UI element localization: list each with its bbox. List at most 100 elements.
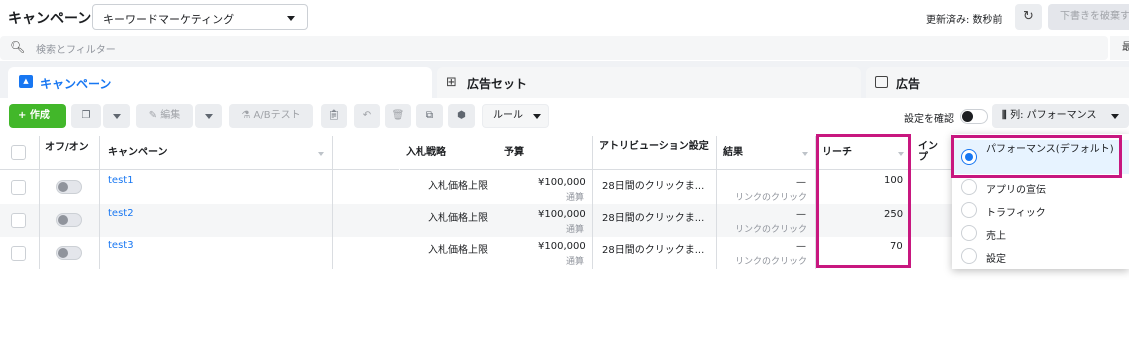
chevron-down-icon: [205, 114, 213, 119]
select-all-checkbox[interactable]: [11, 145, 26, 160]
columns-button[interactable]: ⫼ 列: パフォーマンス: [992, 104, 1129, 128]
rules-label: ルール: [493, 110, 523, 121]
tag-button[interactable]: ⬢: [448, 104, 475, 128]
edit-menu-button[interactable]: [195, 104, 222, 128]
campaign-select[interactable]: キーワードマーケティング: [92, 4, 308, 30]
toggle-knob: [58, 248, 68, 258]
attribution-cell: 28日間のクリックま...: [602, 245, 705, 256]
row-onoff-toggle[interactable]: [56, 246, 82, 260]
toggle-knob: [962, 111, 973, 122]
clipboard-button[interactable]: 📋︎: [321, 104, 347, 128]
edit-label: 編集: [160, 110, 181, 121]
header-campaign-label: キャンペーン: [108, 147, 168, 158]
results-type-cell: リンクのクリック: [735, 257, 808, 267]
create-button[interactable]: + 作成: [9, 104, 66, 128]
budget-type-cell: 通算: [566, 193, 585, 203]
toggle-knob: [58, 215, 68, 225]
delete-button[interactable]: 🗑︎: [385, 104, 411, 128]
search-side-button[interactable]: 最: [1110, 36, 1129, 60]
row-checkbox[interactable]: [11, 213, 26, 228]
column-divider: [99, 136, 100, 269]
chevron-down-icon: [1111, 114, 1119, 119]
row-onoff-toggle[interactable]: [56, 213, 82, 227]
pencil-icon: ✎: [148, 110, 161, 121]
header-select-all: [0, 136, 39, 170]
header-onoff[interactable]: オフ/オン: [39, 136, 99, 170]
ad-icon: [875, 76, 888, 88]
budget-type-cell: 通算: [566, 225, 585, 235]
campaign-name-link[interactable]: test3: [108, 240, 134, 251]
bid-strategy-cell: 入札価格上限: [428, 245, 488, 256]
toggle-knob: [58, 182, 68, 192]
rules-button[interactable]: ルール: [482, 104, 549, 128]
campaign-name-link[interactable]: test1: [108, 175, 134, 186]
radio-icon: [961, 225, 977, 241]
budget-cell: ¥100,000: [538, 209, 586, 220]
column-divider: [716, 136, 717, 269]
preview-button[interactable]: ⧉: [416, 104, 443, 128]
tag-icon: ⬢: [457, 110, 466, 121]
preset-sales[interactable]: 売上: [952, 222, 1129, 245]
confirm-settings-label: 設定を確認: [904, 114, 954, 125]
results-cell: —: [796, 177, 806, 188]
column-divider: [592, 136, 593, 269]
preset-app-promotion[interactable]: アプリの宣伝: [952, 176, 1129, 199]
row-checkbox[interactable]: [11, 246, 26, 261]
tab-label: 広告: [896, 77, 921, 91]
results-cell: —: [796, 241, 806, 252]
results-type-cell: リンクのクリック: [735, 225, 808, 235]
preset-label: トラフィック: [986, 208, 1046, 219]
clipboard-icon: 📋︎: [327, 110, 341, 121]
radio-icon: [961, 179, 977, 195]
refresh-icon: ↻: [1023, 9, 1034, 24]
attribution-cell: 28日間のクリックま...: [602, 213, 705, 224]
campaign-select-value: キーワードマーケティング: [103, 13, 235, 26]
duplicate-icon: ❐: [81, 110, 91, 121]
header-impressions[interactable]: インプ: [912, 136, 952, 170]
campaign-name-link[interactable]: test2: [108, 208, 134, 219]
preset-traffic[interactable]: トラフィック: [952, 199, 1129, 222]
tab-label: 広告セット: [467, 77, 528, 91]
trash-icon: 🗑︎: [391, 110, 405, 121]
tab-ads[interactable]: 広告: [866, 67, 1129, 98]
duplicate-button[interactable]: ❐: [71, 104, 101, 128]
tab-adsets[interactable]: ⊞ 広告セット: [437, 67, 861, 98]
radio-icon: [961, 202, 977, 218]
duplicate-menu-button[interactable]: [103, 104, 130, 128]
row-checkbox[interactable]: [11, 180, 26, 195]
row-onoff-toggle[interactable]: [56, 180, 82, 194]
reach-column-highlight: [816, 134, 911, 268]
budget-cell: ¥100,000: [538, 241, 586, 252]
results-type-cell: リンクのクリック: [735, 193, 808, 203]
confirm-settings-toggle[interactable]: [960, 109, 988, 124]
header-bid-strategy[interactable]: 入札戦略: [400, 136, 498, 170]
undo-button[interactable]: ↶: [354, 104, 380, 128]
columns-icon: ⫼: [1002, 110, 1011, 121]
search-bar[interactable]: 🔍︎ 検索とフィルター: [0, 36, 1108, 60]
header-campaign[interactable]: キャンペーン: [100, 136, 332, 170]
header-attribution[interactable]: アトリビューション設定: [593, 136, 716, 170]
radio-icon: [961, 248, 977, 264]
undo-icon: ↶: [362, 110, 372, 121]
chevron-down-icon: [533, 114, 541, 119]
preset-settings[interactable]: 設定: [952, 245, 1129, 268]
header-budget[interactable]: 予算: [498, 136, 592, 170]
flask-icon: ⚗: [241, 110, 254, 121]
preset-label: 売上: [986, 231, 1006, 242]
header-blank: [333, 136, 399, 170]
search-icon: 🔍︎: [10, 40, 26, 54]
bid-strategy-cell: 入札価格上限: [428, 181, 488, 192]
page-title: キャンペーン: [8, 11, 92, 27]
discard-drafts-button[interactable]: 下書きを破棄す: [1048, 4, 1129, 30]
sort-icon: [802, 152, 808, 156]
refresh-button[interactable]: ↻: [1015, 4, 1042, 30]
preview-icon: ⧉: [425, 110, 434, 121]
grid-icon: ⊞: [446, 75, 457, 90]
search-placeholder: 検索とフィルター: [36, 45, 116, 56]
header-results[interactable]: 結果: [717, 136, 816, 170]
ab-test-button[interactable]: ⚗ A/Bテスト: [229, 104, 313, 128]
chevron-down-icon: [287, 16, 295, 21]
tab-campaigns[interactable]: ▲ キャンペーン: [8, 67, 432, 98]
edit-button[interactable]: ✎ 編集: [136, 104, 193, 128]
updated-status: 更新済み: 数秒前: [926, 15, 1003, 26]
